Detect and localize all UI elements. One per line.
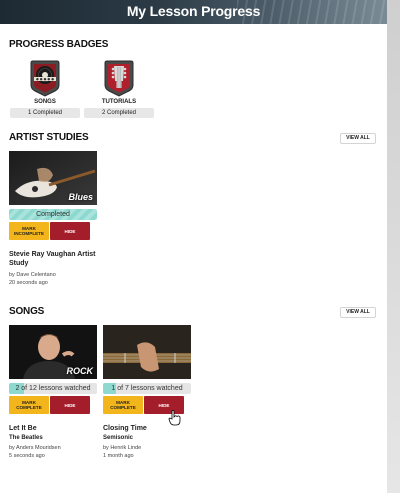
lesson-title[interactable]: Let It Be — [9, 424, 97, 433]
lesson-thumbnail[interactable] — [103, 325, 191, 379]
svg-text:● ● ● ● ●: ● ● ● ● ● — [36, 77, 54, 81]
guitar-headstock-icon — [103, 59, 135, 97]
progress-text: 2 of 12 lessons watched — [15, 385, 91, 392]
mark-complete-button[interactable]: MARK COMPLETE — [103, 396, 143, 414]
lesson-timestamp: 1 month ago — [103, 453, 134, 459]
hide-button[interactable]: HIDE — [50, 396, 90, 414]
badge-label: SONGS — [34, 99, 56, 105]
lesson-progress-panel: My Lesson Progress PROGRESS BADGES ● ● ●… — [0, 0, 387, 493]
badge-count: 1 Completed — [10, 108, 80, 118]
artist-studies-title: ARTIST STUDIES — [9, 132, 89, 143]
lesson-author: by Dave Celentano — [9, 272, 56, 278]
lesson-author: by Henrik Linde — [103, 445, 142, 451]
progress-text: 1 of 7 lessons watched — [111, 385, 183, 392]
page-title: My Lesson Progress — [126, 3, 261, 19]
lesson-progress-bar: 2 of 12 lessons watched — [9, 383, 97, 394]
genre-tag: ROCK — [66, 366, 94, 376]
genre-tag: Blues — [68, 192, 93, 202]
badge-songs[interactable]: ● ● ● ● ● SONGS 1 Completed — [10, 59, 80, 118]
lesson-timestamp: 5 seconds ago — [9, 453, 45, 459]
page-header: My Lesson Progress — [0, 0, 387, 24]
songs-title: SONGS — [9, 306, 45, 317]
hide-button[interactable]: HIDE — [50, 222, 90, 240]
lesson-author: by Anders Mouridsen — [9, 445, 61, 451]
song-card[interactable]: ROCK 2 of 12 lessons watched MARK COMPLE… — [9, 325, 97, 460]
hand-pointer-cursor-icon — [168, 410, 182, 426]
song-card[interactable]: 1 of 7 lessons watched MARK COMPLETE HID… — [103, 325, 191, 460]
lesson-thumbnail[interactable]: ROCK — [9, 325, 97, 379]
progress-badges-title: PROGRESS BADGES — [9, 39, 109, 50]
mark-complete-button[interactable]: MARK COMPLETE — [9, 396, 49, 414]
lesson-title[interactable]: Stevie Ray Vaughan Artist Study — [9, 250, 97, 268]
lesson-thumbnail[interactable]: Blues — [9, 151, 97, 205]
lesson-timestamp: 20 seconds ago — [9, 280, 48, 286]
progress-text: Completed — [36, 211, 70, 218]
lesson-progress-bar: Completed — [9, 209, 97, 220]
badge-tutorials[interactable]: TUTORIALS 2 Completed — [84, 59, 154, 118]
song-artist: The Beatles — [9, 435, 43, 441]
badge-label: TUTORIALS — [101, 99, 137, 105]
song-artist: Semisonic — [103, 435, 134, 441]
songs-view-all-button[interactable]: VIEW ALL — [340, 307, 376, 318]
mark-incomplete-button[interactable]: MARK INCOMPLETE — [9, 222, 49, 240]
artist-study-card[interactable]: Blues Completed MARK INCOMPLETE HIDE Ste… — [9, 151, 97, 287]
scrollbar-track[interactable] — [387, 0, 400, 493]
badge-count: 2 Completed — [84, 108, 154, 118]
artist-studies-view-all-button[interactable]: VIEW ALL — [340, 133, 376, 144]
record-icon: ● ● ● ● ● — [29, 59, 61, 97]
lesson-progress-bar: 1 of 7 lessons watched — [103, 383, 191, 394]
